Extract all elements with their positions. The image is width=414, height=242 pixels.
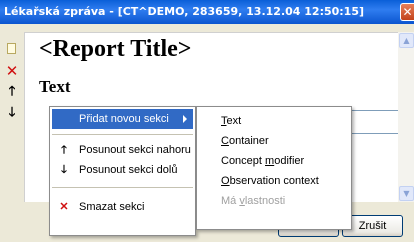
submenu-arrow-icon <box>183 115 187 123</box>
move-section-down-button[interactable]: 🡓 <box>5 106 19 120</box>
submenu-item-label: Container <box>221 135 269 147</box>
menu-separator <box>52 187 193 188</box>
submenu-item-label: Observation context <box>221 175 319 187</box>
menu-item-add-section[interactable]: Přidat novou sekci <box>52 109 193 129</box>
submenu-item-observation-context[interactable]: Observation context <box>199 171 349 191</box>
submenu-item-label: Text <box>221 115 242 127</box>
submenu-item-label: Concept modifier <box>221 155 305 167</box>
add-section-submenu: Text Container Concept modifier Observat… <box>196 106 352 230</box>
context-menu: Přidat novou sekci 🡑 Posunout sekci naho… <box>49 106 196 236</box>
menu-item-label: Posunout sekci nahoru <box>79 144 191 156</box>
submenu-item-text[interactable]: Text <box>199 111 349 131</box>
scroll-down-button[interactable]: ▼ <box>399 186 414 201</box>
delete-x-icon: ✕ <box>5 62 19 80</box>
close-button[interactable]: ✕ <box>400 3 414 21</box>
move-section-up-button[interactable]: 🡑 <box>5 85 19 99</box>
submenu-item-container[interactable]: Container <box>199 131 349 151</box>
menu-item-label: Smazat sekci <box>79 201 145 213</box>
submenu-item-label: Má vlastnosti <box>221 195 286 207</box>
report-dialog-window: Lékařská zpráva - [CT^DEMO, 283659, 13.1… <box>0 0 414 242</box>
menu-item-delete-section[interactable]: ✕ Smazat sekci <box>52 197 193 217</box>
report-title[interactable]: <Report Title> <box>39 36 191 63</box>
arrow-down-icon: 🡓 <box>8 105 16 120</box>
chevron-up-icon: ▲ <box>403 36 410 45</box>
section-heading[interactable]: Text <box>39 77 71 97</box>
arrow-up-icon: 🡑 <box>61 144 67 156</box>
scroll-up-button[interactable]: ▲ <box>399 33 414 48</box>
vertical-scrollbar[interactable]: ▲ ▼ <box>398 32 414 202</box>
chevron-down-icon: ▼ <box>403 189 410 198</box>
delete-section-button[interactable]: ✕ <box>5 62 19 80</box>
submenu-item-properties: Má vlastnosti <box>199 191 349 211</box>
menu-item-move-up[interactable]: 🡑 Posunout sekci nahoru <box>52 140 193 160</box>
menu-item-label: Přidat novou sekci <box>79 113 169 125</box>
title-bar[interactable]: Lékařská zpráva - [CT^DEMO, 283659, 13.1… <box>0 0 414 24</box>
window-title: Lékařská zpráva - [CT^DEMO, 283659, 13.1… <box>4 5 365 18</box>
new-section-button[interactable] <box>5 42 19 56</box>
menu-item-label: Posunout sekci dolů <box>79 164 178 176</box>
delete-x-icon: ✕ <box>59 201 69 213</box>
section-toolbar: ✕ 🡑 🡓 <box>0 24 24 204</box>
menu-item-move-down[interactable]: 🡓 Posunout sekci dolů <box>52 160 193 180</box>
arrow-up-icon: 🡑 <box>8 84 16 99</box>
arrow-down-icon: 🡓 <box>61 164 67 176</box>
close-icon: ✕ <box>402 5 413 19</box>
new-document-icon <box>7 43 16 54</box>
menu-separator <box>52 134 193 135</box>
submenu-item-concept-modifier[interactable]: Concept modifier <box>199 151 349 171</box>
